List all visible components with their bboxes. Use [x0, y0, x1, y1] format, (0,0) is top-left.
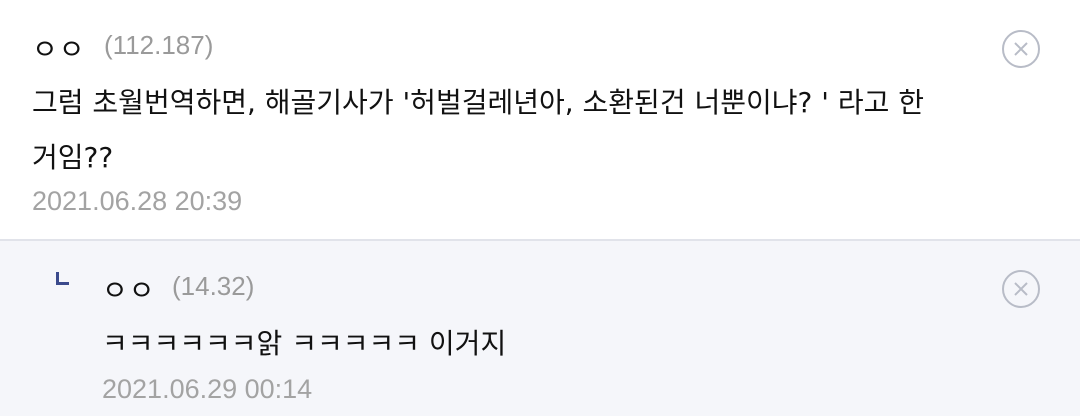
- delete-comment-button[interactable]: [1002, 30, 1040, 68]
- comment-text-line: 거임??: [32, 141, 114, 174]
- reply-text-line: ㅋㅋㅋㅋㅋㅋ앍 ㅋㅋㅋㅋㅋ 이거지: [102, 327, 507, 360]
- reply-date: 2021.06.29 00:14: [102, 374, 313, 404]
- comment-text-line: 그럼 초월번역하면, 해골기사가 '허벌걸레년아, 소환된건 너뿐이냐? ' 라…: [32, 86, 925, 119]
- reply-nickname[interactable]: ㅇㅇ: [102, 269, 156, 309]
- comment-date: 2021.06.28 20:39: [32, 186, 243, 216]
- delete-reply-button[interactable]: [1002, 270, 1040, 308]
- reply-ip: (14.32): [172, 271, 255, 301]
- reply-item: ㅇㅇ (14.32) ㅋㅋㅋㅋㅋㅋ앍 ㅋㅋㅋㅋㅋ 이거지 2021.06.29 …: [0, 239, 1080, 416]
- comment-nickname[interactable]: ㅇㅇ: [32, 28, 86, 68]
- close-circle-icon: [1014, 282, 1028, 296]
- close-circle-icon: [1014, 42, 1028, 56]
- comment-item: ㅇㅇ (112.187) 그럼 초월번역하면, 해골기사가 '허벌걸레년아, 소…: [0, 0, 1080, 239]
- reply-text: ㅋㅋㅋㅋㅋㅋ앍 ㅋㅋㅋㅋㅋ 이거지: [102, 316, 1042, 371]
- reply-arrow-icon: [56, 272, 69, 285]
- comment-ip: (112.187): [104, 30, 214, 60]
- comment-text: 그럼 초월번역하면, 해골기사가 '허벌걸레년아, 소환된건 너뿐이냐? ' 라…: [32, 75, 1052, 185]
